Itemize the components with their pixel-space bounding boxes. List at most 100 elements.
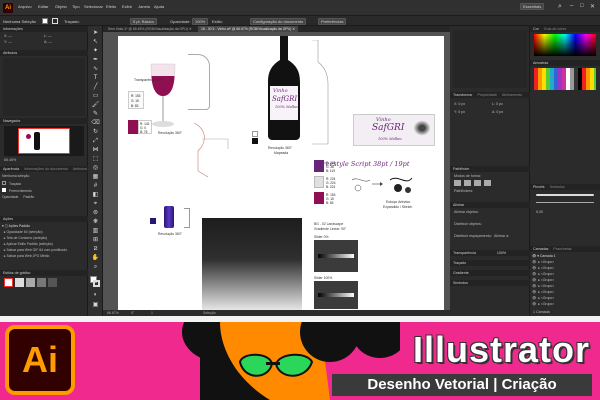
layer-row[interactable]: 👁 ▸ <Grupo>	[532, 272, 598, 277]
artboard-tool-icon[interactable]: ⊞	[91, 237, 100, 244]
eraser-tool-icon[interactable]: ⌫	[91, 120, 100, 127]
perspective-grid-tool-icon[interactable]: ▦	[91, 174, 100, 181]
layer-row[interactable]: 👁 ▸ <Grupo>	[532, 260, 598, 265]
blend-tool-icon[interactable]: ⊚	[91, 210, 100, 217]
shape-builder-tool-icon[interactable]: ◎	[91, 165, 100, 172]
app-logo[interactable]: Ai	[3, 3, 13, 13]
zoom-tool-icon[interactable]: ⌕	[91, 264, 100, 271]
layer-row[interactable]: 👁 ▸ <Grupo>	[532, 284, 598, 289]
gradient-background-box[interactable]	[202, 218, 302, 310]
actions-panel-header[interactable]: Ações	[0, 216, 88, 222]
paintbrush-tool-icon[interactable]: 🖌	[91, 102, 100, 109]
pathfinder-panel-header[interactable]: Pathfinder	[450, 166, 530, 172]
rotate-tool-icon[interactable]: ↻	[91, 129, 100, 136]
curvature-tool-icon[interactable]: ∿	[91, 66, 100, 73]
graphic-style-swatch[interactable]	[37, 278, 46, 287]
menu-item-8[interactable]: Janela	[138, 4, 150, 9]
layer-row[interactable]: 👁 ▾ Camada 1	[532, 254, 598, 259]
action-item[interactable]: ▸ Aplicar Estilo Padrão (seleção)	[2, 242, 86, 247]
stroke-swatch[interactable]	[52, 18, 58, 24]
mesh-tool-icon[interactable]: #	[91, 183, 100, 190]
label-logo-card[interactable]: Vinho SafGRI 100% Malbec	[353, 114, 435, 146]
bottle-cap-illustration[interactable]	[164, 206, 174, 228]
type-tool-icon[interactable]: T	[91, 75, 100, 82]
width-tool-icon[interactable]: ⋈	[91, 147, 100, 154]
menu-item-6[interactable]: Efeito	[106, 4, 116, 9]
opacity-input[interactable]: 100%	[192, 18, 209, 25]
attributes-panel-header[interactable]: Atributos	[0, 50, 88, 56]
layer-row[interactable]: 👁 ▸ <Grupo>	[532, 290, 598, 295]
navigator-zoom[interactable]: 65.45%	[4, 158, 16, 162]
brush-stroke-preview[interactable]	[536, 202, 594, 203]
navigator-panel-header[interactable]: Navegador	[0, 118, 88, 124]
minimize-icon[interactable]: –	[570, 3, 573, 9]
graphic-style-swatch[interactable]	[48, 278, 57, 287]
shape-mode-intersect-icon[interactable]	[474, 180, 481, 186]
menu-item-5[interactable]: Selecionar	[84, 4, 103, 9]
column-graph-tool-icon[interactable]: ▥	[91, 228, 100, 235]
layers-panel-header[interactable]: Camadas Pranchetas	[530, 246, 600, 252]
action-item[interactable]: ▾ ▢ Ações Padrão	[2, 224, 86, 229]
artboard[interactable]: Transparência 20% R: 153 G: 15 B: 83 R: …	[118, 36, 444, 310]
symbol-sprayer-tool-icon[interactable]: ❋	[91, 219, 100, 226]
swatches-panel-header[interactable]: Amostras	[530, 60, 600, 66]
slice-tool-icon[interactable]: ⧄	[91, 246, 100, 253]
shape-mode-exclude-icon[interactable]	[484, 180, 491, 186]
screen-mode-icon[interactable]: ▣	[91, 302, 100, 309]
workspace-switcher[interactable]: Essentials	[520, 3, 545, 10]
menu-item-1[interactable]: Arquivo	[18, 4, 32, 9]
preferences-button[interactable]: Preferências	[318, 18, 347, 25]
rectangle-tool-icon[interactable]: ▭	[91, 93, 100, 100]
search-icon[interactable]: ⌕	[558, 3, 562, 11]
draw-mode-icon[interactable]: ◐	[91, 292, 100, 299]
scale-tool-icon[interactable]: ⤢	[91, 138, 100, 145]
graphic-style-swatch[interactable]	[4, 278, 13, 287]
fill-swatch[interactable]	[42, 18, 48, 24]
shape-mode-minus-icon[interactable]	[464, 180, 471, 186]
graphic-styles-header[interactable]: Estilos de gráfico	[0, 270, 88, 276]
action-item[interactable]: ▸ Salvar para Web JPG Médio	[2, 254, 86, 259]
transform-x[interactable]: X: 0 px	[454, 102, 465, 106]
layer-row[interactable]: 👁 ▸ <Grupo>	[532, 302, 598, 307]
status-angle[interactable]: 0°	[131, 311, 134, 315]
gradient-tool-icon[interactable]: ◧	[91, 192, 100, 199]
selection-tool-icon[interactable]: ➤	[91, 30, 100, 37]
color-panel-header[interactable]: Cor Guia de cores	[530, 26, 600, 32]
action-item[interactable]: ▸ Opacidade 60 (seleção)	[2, 230, 86, 235]
brush-size-value[interactable]: 5,00	[536, 210, 543, 214]
align-panel-header[interactable]: Alinhar	[450, 202, 530, 208]
stroke-panel-header[interactable]: Traçado	[450, 260, 530, 266]
gradient-panel-header[interactable]: Gradiente	[450, 270, 530, 276]
maximize-icon[interactable]: □	[580, 3, 584, 9]
menu-item-4[interactable]: Tipo	[72, 4, 80, 9]
canvas-area[interactable]: Transparência 20% R: 153 G: 15 B: 83 R: …	[103, 32, 450, 310]
appearance-stroke-row[interactable]: Traçado	[2, 181, 86, 186]
free-transform-tool-icon[interactable]: ⬚	[91, 156, 100, 163]
transform-y[interactable]: Y: 0 px	[454, 110, 465, 114]
brush-dropdown[interactable]: 5 pt. Básico	[130, 18, 157, 25]
menu-item-3[interactable]: Objeto	[55, 4, 67, 9]
layer-row[interactable]: 👁 ▸ <Grupo>	[532, 266, 598, 271]
document-setup-button[interactable]: Configuração do documento	[250, 18, 307, 25]
line-tool-icon[interactable]: ╱	[91, 84, 100, 91]
info-panel-header[interactable]: Informações	[0, 26, 88, 32]
shape-mode-unite-icon[interactable]	[454, 180, 461, 186]
status-page[interactable]: 1	[151, 311, 153, 315]
brushes-panel-header[interactable]: Pincéis Símbolos	[530, 184, 600, 190]
transform-w[interactable]: L: 0 px	[492, 102, 503, 106]
navigator-view-box[interactable]	[18, 128, 70, 154]
appearance-panel-header[interactable]: Aparência Informações do documento Atrib…	[0, 166, 88, 172]
wine-glass-illustration[interactable]	[148, 62, 178, 132]
appearance-opacity-row[interactable]: Opacidade Padrão	[2, 195, 86, 200]
pencil-tool-icon[interactable]: ✎	[91, 111, 100, 118]
graphic-style-swatch[interactable]	[26, 278, 35, 287]
pen-tool-icon[interactable]: ✒	[91, 57, 100, 64]
navigator-preview[interactable]	[4, 126, 84, 156]
appearance-fill-row[interactable]: Preenchimento	[2, 188, 86, 193]
brush-stroke-preview[interactable]	[536, 194, 594, 196]
eyedropper-tool-icon[interactable]: ⌖	[91, 201, 100, 208]
layer-row[interactable]: 👁 ▸ <Grupo>	[532, 278, 598, 283]
transform-h[interactable]: A: 0 px	[492, 110, 503, 114]
close-icon[interactable]: ✕	[590, 3, 595, 10]
symbols-panel-header[interactable]: Símbolos	[450, 280, 530, 286]
